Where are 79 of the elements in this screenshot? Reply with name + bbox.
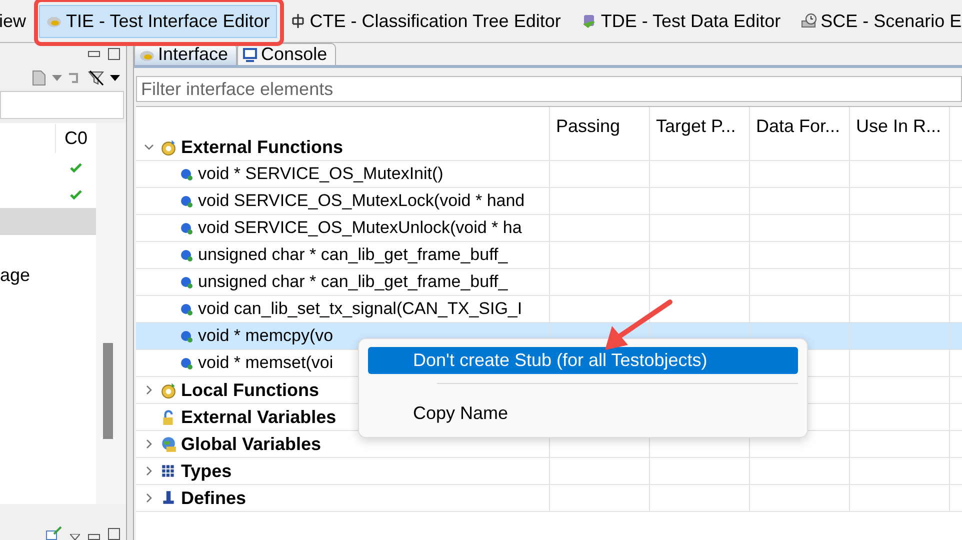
tree-row[interactable]: void * SERVICE_OS_MutexInit() — [136, 161, 549, 188]
tree-row[interactable]: unsigned char * can_lib_get_frame_buff_ — [136, 242, 549, 269]
tree-row[interactable]: void SERVICE_OS_MutexUnlock(void * ha — [136, 215, 549, 242]
tree-item[interactable]: Local Functions — [181, 380, 320, 400]
dropdown-icon[interactable] — [110, 75, 120, 81]
table-cell — [949, 188, 962, 215]
table-cell — [949, 161, 962, 188]
table-cell — [949, 377, 962, 404]
filter-field[interactable]: Filter interface elements — [136, 76, 962, 102]
tree-row[interactable]: unsigned char * can_lib_get_frame_buff_ — [136, 269, 549, 296]
column-header[interactable]: Data For... — [749, 107, 849, 141]
function-label: void * memset(voi — [198, 353, 334, 373]
perspective-button[interactable]: TIE - Test Interface Editor — [39, 4, 277, 38]
check-icon — [70, 162, 82, 172]
globe-icon — [160, 436, 177, 452]
column-header[interactable]: Passing — [549, 107, 649, 141]
tree-item[interactable]: Defines — [181, 488, 246, 508]
perspective-button[interactable]: iew — [0, 4, 34, 38]
function-label: void * SERVICE_OS_MutexInit() — [198, 164, 444, 184]
function-icon — [180, 194, 193, 208]
tree-row[interactable]: External Functions — [136, 134, 549, 161]
function-icon — [180, 302, 193, 316]
table-cell — [949, 431, 962, 458]
function-icon — [180, 356, 193, 370]
table-row[interactable]: age — [0, 262, 96, 289]
table-cell — [949, 269, 962, 296]
pin-icon[interactable] — [46, 526, 62, 540]
function-label: void SERVICE_OS_MutexLock(void * hand — [198, 191, 525, 211]
table-cell — [949, 215, 962, 242]
search-field[interactable] — [0, 91, 124, 119]
function-icon — [180, 168, 193, 180]
tree-item[interactable]: External Functions — [181, 136, 344, 158]
check-icon — [70, 190, 82, 200]
function-label: void SERVICE_OS_MutexUnlock(void * ha — [198, 218, 522, 238]
table-cell — [949, 323, 962, 350]
tree-item[interactable]: Types — [181, 460, 232, 482]
minimize-icon[interactable] — [88, 51, 100, 57]
menu-item[interactable]: Don't create Stub (for all Testobjects) — [368, 347, 798, 374]
tree-row[interactable]: Defines — [136, 485, 549, 512]
arrow — [605, 300, 672, 350]
gear-icon — [160, 382, 177, 398]
filter-icon[interactable] — [88, 70, 104, 86]
function-icon — [180, 222, 193, 234]
function-label: void * memcpy(vo — [198, 326, 334, 346]
table-cell — [949, 350, 962, 377]
perspective-button[interactable]: SCE - Scenario E — [794, 4, 962, 38]
tree-row[interactable]: void SERVICE_OS_MutexLock(void * hand — [136, 188, 549, 215]
column-header[interactable]: Target P... — [649, 107, 749, 141]
function-label: void can_lib_set_tx_signal(CAN_TX_SIG_I — [198, 299, 522, 319]
table-cell — [949, 458, 962, 485]
perspective-button[interactable]: CTE - Classification Tree Editor — [282, 4, 568, 38]
tree-item[interactable]: External Variables — [181, 406, 336, 428]
monitor-icon — [242, 46, 258, 62]
tree-item[interactable]: Global Variables — [181, 434, 322, 454]
function-label: unsigned char * can_lib_get_frame_buff_ — [198, 245, 508, 265]
function-icon — [180, 248, 193, 262]
table-cell — [949, 404, 962, 431]
document-icon[interactable] — [32, 70, 46, 86]
table-cell — [949, 485, 962, 512]
tree-row[interactable]: Types — [136, 458, 549, 485]
tab[interactable]: Console — [237, 43, 336, 65]
row-label: age — [0, 265, 30, 286]
minimize-icon[interactable] — [88, 534, 100, 540]
data-icon — [580, 13, 597, 29]
column-header[interactable]: Use In R... — [849, 107, 949, 141]
function-label: unsigned char * can_lib_get_frame_buff_ — [198, 272, 508, 292]
tree-icon — [290, 13, 306, 29]
gear-icon — [160, 138, 177, 156]
dropdown-icon[interactable] — [70, 534, 80, 540]
clock-icon — [800, 13, 817, 29]
function-icon — [180, 276, 193, 288]
table-cell — [949, 242, 962, 269]
maximize-icon[interactable] — [108, 528, 120, 540]
function-icon — [180, 330, 193, 342]
grid-icon — [160, 462, 177, 480]
scrollbar-thumb[interactable] — [103, 343, 113, 439]
perspective-button[interactable]: TDE - Test Data Editor — [574, 4, 788, 38]
maximize-icon[interactable] — [108, 48, 120, 60]
pin-icon — [160, 490, 177, 506]
